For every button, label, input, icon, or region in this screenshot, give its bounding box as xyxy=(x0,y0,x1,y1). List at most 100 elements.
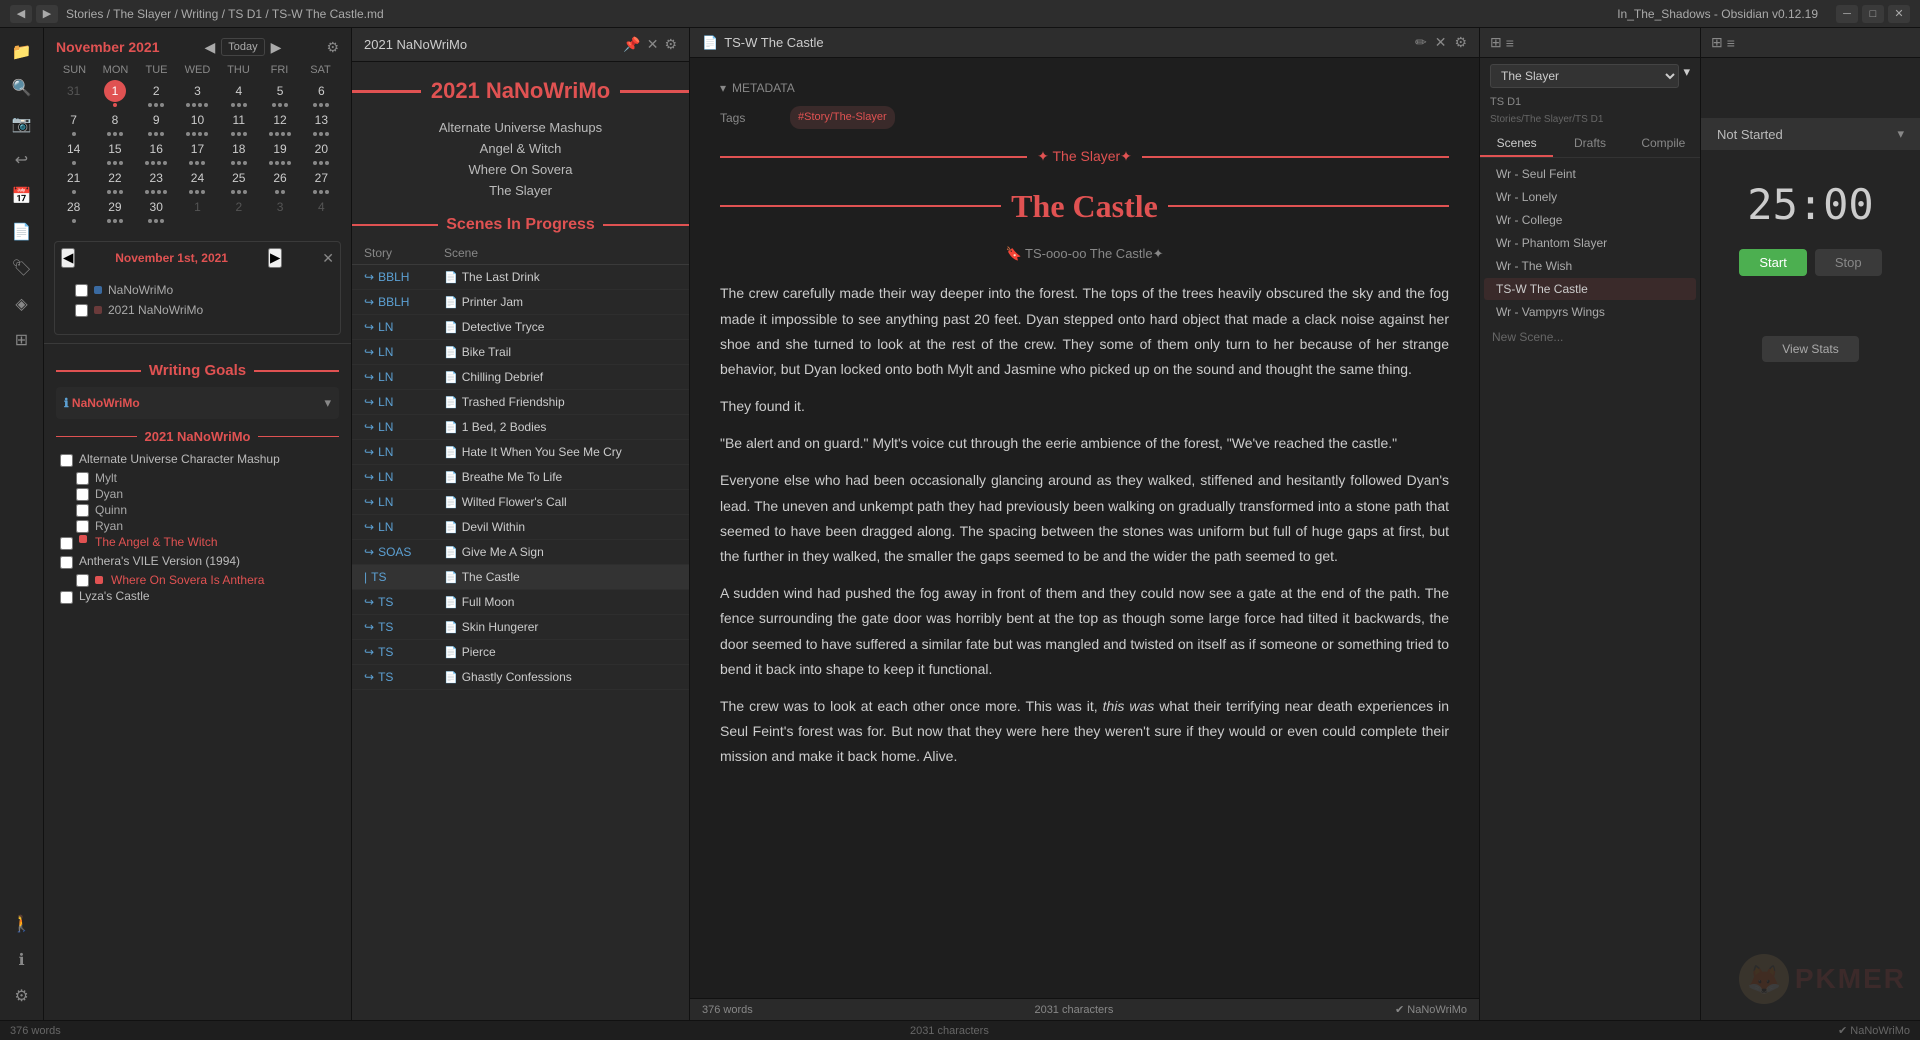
goal-lyza-checkbox[interactable] xyxy=(60,591,73,604)
scenes-settings-button[interactable]: ⚙ xyxy=(664,36,677,53)
cal-day-next-3[interactable]: 3 xyxy=(260,196,299,223)
goal-dyan-checkbox[interactable] xyxy=(76,488,89,501)
outline-header-actions[interactable]: ⊞ ≡ xyxy=(1490,34,1514,51)
mini-cal-prev[interactable]: ◀ xyxy=(61,248,75,268)
cal-day-24[interactable]: 24 xyxy=(178,167,217,194)
cal-day-30[interactable]: 30 xyxy=(137,196,176,223)
cal-day-29[interactable]: 29 xyxy=(95,196,134,223)
goal-au-mashup[interactable]: Alternate Universe Character Mashup xyxy=(60,450,335,469)
cal-day-23[interactable]: 23 xyxy=(137,167,176,194)
cal-day-2[interactable]: 2 xyxy=(137,80,176,107)
tab-compile[interactable]: Compile xyxy=(1627,131,1700,157)
cal-day-12[interactable]: 12 xyxy=(260,109,299,136)
cal-day-6[interactable]: 6 xyxy=(302,80,341,107)
outline-grid-button[interactable]: ⊞ xyxy=(1490,34,1502,51)
cal-day-13[interactable]: 13 xyxy=(302,109,341,136)
pomodoro-chevron-icon[interactable]: ▾ xyxy=(1897,126,1904,142)
goal-dyan[interactable]: Dyan xyxy=(60,485,335,501)
cal-day-7[interactable]: 7 xyxy=(54,109,93,136)
tag-icon-button[interactable]: 🏷 xyxy=(6,252,38,284)
scene-row-pierce[interactable]: ↪ TS 📄 Pierce xyxy=(352,640,689,665)
mini-cal-close-button[interactable]: ✕ xyxy=(322,250,334,267)
cal-day-next-1[interactable]: 1 xyxy=(178,196,217,223)
cal-day-26[interactable]: 26 xyxy=(260,167,299,194)
stats-settings-button[interactable]: ≡ xyxy=(1727,34,1735,51)
scene-row-detective-tryce[interactable]: ↪ LN 📄 Detective Tryce xyxy=(352,315,689,340)
scene-row-give-me-sign[interactable]: ↪ SOAS 📄 Give Me A Sign xyxy=(352,540,689,565)
cal-day-10[interactable]: 10 xyxy=(178,109,217,136)
cal-day-28[interactable]: 28 xyxy=(54,196,93,223)
cal-day-14[interactable]: 14 xyxy=(54,138,93,165)
goal-angel-checkbox[interactable] xyxy=(60,537,73,550)
calendar-icon-button[interactable]: 📅 xyxy=(6,180,38,212)
project-link-angel[interactable]: Angel & Witch xyxy=(480,141,562,156)
cal-day-next-4[interactable]: 4 xyxy=(302,196,341,223)
editor-actions[interactable]: ✏ ✕ ⚙ xyxy=(1415,34,1467,51)
editor-settings-button[interactable]: ⚙ xyxy=(1454,34,1467,51)
editor-close-button[interactable]: ✕ xyxy=(1435,34,1447,51)
scene-row-breathe[interactable]: ↪ LN 📄 Breathe Me To Life xyxy=(352,465,689,490)
file-icon-button[interactable]: 📄 xyxy=(6,216,38,248)
project-link-slayer[interactable]: The Slayer xyxy=(489,183,552,198)
goal-anthera-checkbox[interactable] xyxy=(60,556,73,569)
cal-day-3[interactable]: 3 xyxy=(178,80,217,107)
cal-day-11[interactable]: 11 xyxy=(219,109,258,136)
scene-row-wilted[interactable]: ↪ LN 📄 Wilted Flower's Call xyxy=(352,490,689,515)
cal-day-15[interactable]: 15 xyxy=(95,138,134,165)
cal-day-27[interactable]: 27 xyxy=(302,167,341,194)
scene-row-full-moon[interactable]: ↪ TS 📄 Full Moon xyxy=(352,590,689,615)
cal-day-4[interactable]: 4 xyxy=(219,80,258,107)
tag-nanowrimo-checkbox[interactable] xyxy=(75,284,88,297)
cal-day-25[interactable]: 25 xyxy=(219,167,258,194)
editor-body[interactable]: The crew carefully made their way deeper… xyxy=(720,281,1449,769)
scene-row-chilling-debrief[interactable]: ↪ LN 📄 Chilling Debrief xyxy=(352,365,689,390)
outline-scene-seul-feint[interactable]: Wr - Seul Feint xyxy=(1484,163,1696,185)
cal-day-19[interactable]: 19 xyxy=(260,138,299,165)
cal-day-21[interactable]: 21 xyxy=(54,167,93,194)
view-stats-button[interactable]: View Stats xyxy=(1762,336,1858,362)
calendar-prev-button[interactable]: ◀ xyxy=(205,39,216,56)
cal-day-8[interactable]: 8 xyxy=(95,109,134,136)
cal-day-31[interactable]: 31 xyxy=(54,80,93,107)
outline-scene-the-wish[interactable]: Wr - The Wish xyxy=(1484,255,1696,277)
project-link-sovera[interactable]: Where On Sovera xyxy=(468,162,572,177)
metadata-tag-value[interactable]: #Story/The-Slayer xyxy=(790,106,895,129)
scene-row-ghastly-confessions[interactable]: ↪ TS 📄 Ghastly Confessions xyxy=(352,665,689,690)
minimize-button[interactable]: ─ xyxy=(1836,5,1858,23)
nav-forward-button[interactable]: ▶ xyxy=(36,5,58,23)
editor-content[interactable]: ▾ METADATA Tags #Story/The-Slayer ✦ The … xyxy=(690,58,1479,998)
cal-day-5[interactable]: 5 xyxy=(260,80,299,107)
panel-icon-button[interactable]: ⊞ xyxy=(6,324,38,356)
cal-day-16[interactable]: 16 xyxy=(137,138,176,165)
goal-angel-witch[interactable]: The Angel & The Witch xyxy=(60,533,335,552)
nanowrimo-expand-icon[interactable]: ▾ xyxy=(324,395,331,411)
info-icon-button[interactable]: ℹ xyxy=(6,944,38,976)
tab-scenes[interactable]: Scenes xyxy=(1480,131,1553,157)
cal-day-20[interactable]: 20 xyxy=(302,138,341,165)
tag-2021-nanowrimo[interactable]: 2021 NaNoWriMo xyxy=(71,300,324,320)
calendar-settings-icon[interactable]: ⚙ xyxy=(326,39,339,56)
outline-scene-ts-castle[interactable]: TS-W The Castle xyxy=(1484,278,1696,300)
stats-header-actions[interactable]: ⊞ ≡ xyxy=(1711,34,1735,51)
scene-row-trashed-friendship[interactable]: ↪ LN 📄 Trashed Friendship xyxy=(352,390,689,415)
goal-sovera-link[interactable]: Where On Sovera Is Anthera xyxy=(111,573,264,587)
cal-day-1[interactable]: 1 xyxy=(95,80,134,107)
goal-quinn[interactable]: Quinn xyxy=(60,501,335,517)
undo-icon-button[interactable]: ↩ xyxy=(6,144,38,176)
goal-mylt[interactable]: Mylt xyxy=(60,469,335,485)
person-icon-button[interactable]: 🚶 xyxy=(6,908,38,940)
goal-au-checkbox[interactable] xyxy=(60,454,73,467)
scene-row-the-castle[interactable]: | TS 📄 The Castle xyxy=(352,565,689,590)
goal-ryan[interactable]: Ryan xyxy=(60,517,335,533)
scenes-panel-actions[interactable]: 📌 ✕ ⚙ xyxy=(623,36,677,53)
goal-anthera[interactable]: Anthera's VILE Version (1994) xyxy=(60,552,335,571)
outline-project-select[interactable]: The Slayer xyxy=(1490,64,1679,88)
tag-2021-checkbox[interactable] xyxy=(75,304,88,317)
outline-scene-college[interactable]: Wr - College xyxy=(1484,209,1696,231)
folder-icon-button[interactable]: 📁 xyxy=(6,36,38,68)
metadata-collapse[interactable]: ▾ METADATA xyxy=(720,78,1449,98)
nav-back-button[interactable]: ◀ xyxy=(10,5,32,23)
goal-lyza[interactable]: Lyza's Castle xyxy=(60,587,335,606)
scene-row-devil-within[interactable]: ↪ LN 📄 Devil Within xyxy=(352,515,689,540)
cal-day-9[interactable]: 9 xyxy=(137,109,176,136)
